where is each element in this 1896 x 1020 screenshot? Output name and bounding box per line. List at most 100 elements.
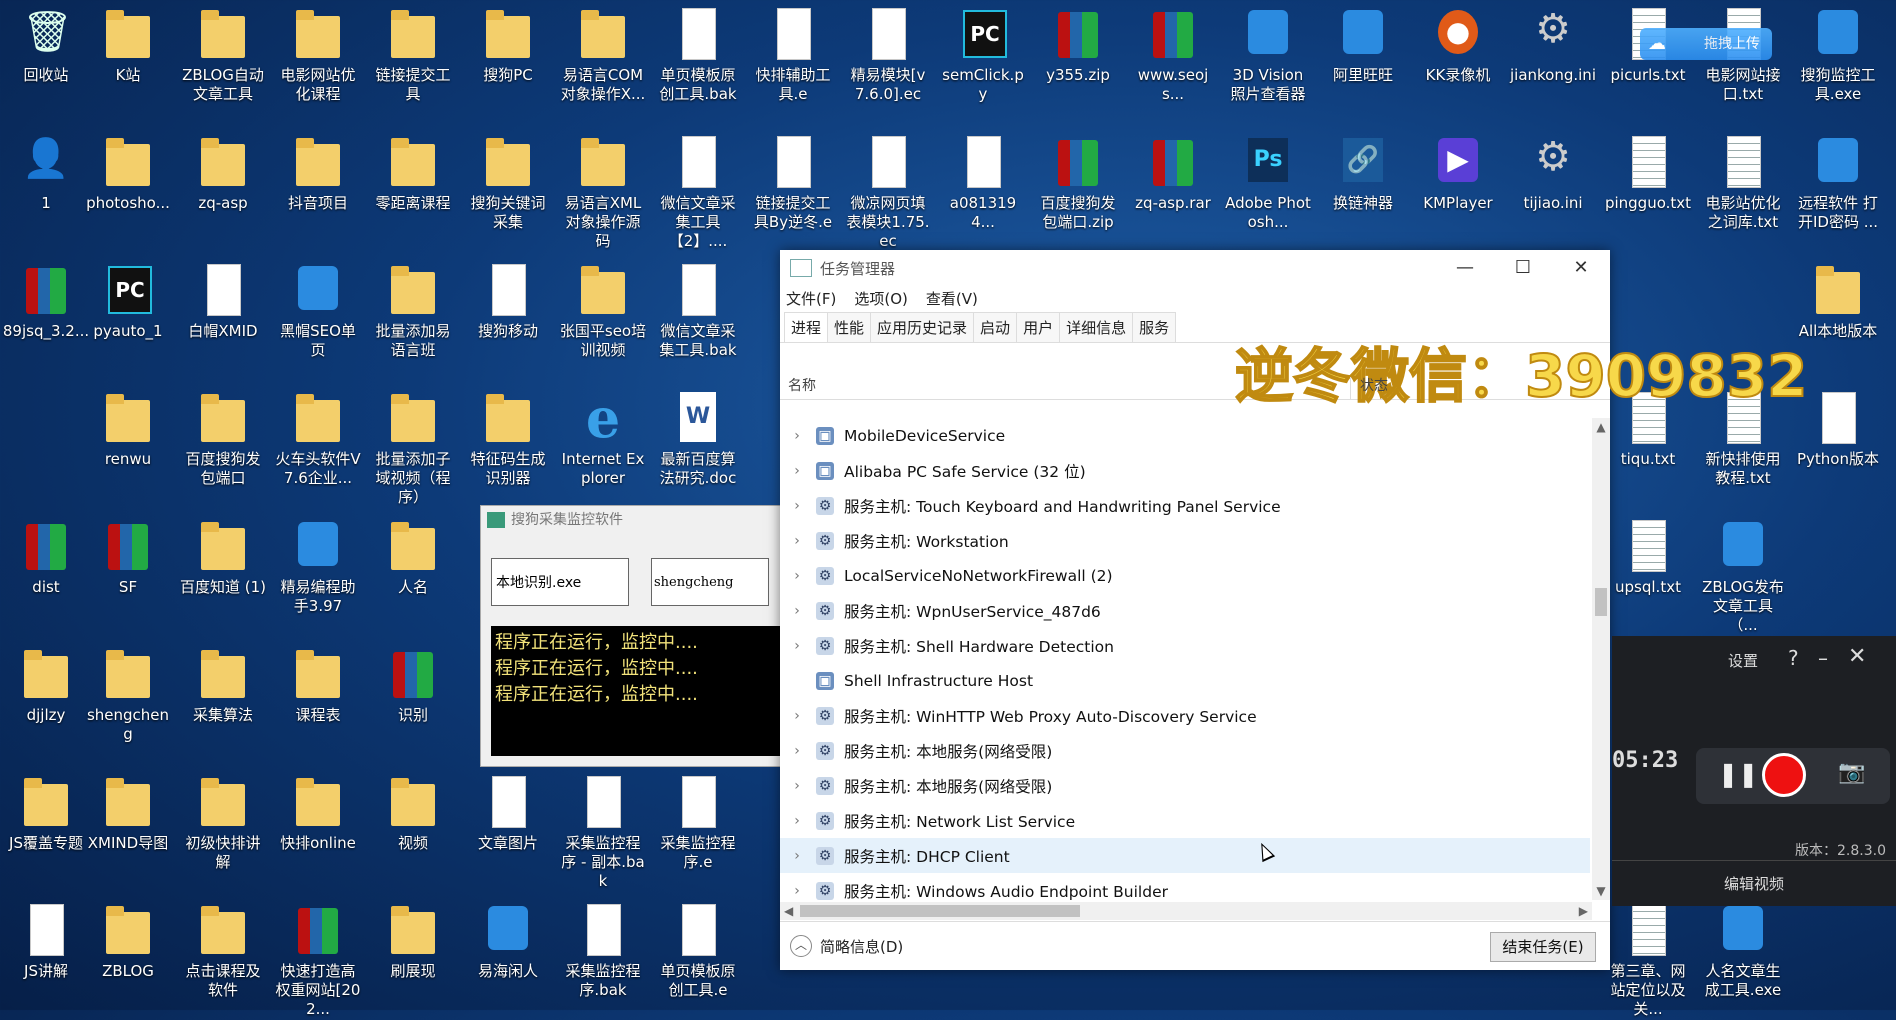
process-row[interactable]: ▣ Shell Infrastructure Host	[780, 663, 1590, 698]
stop-record-button[interactable]	[1762, 753, 1806, 797]
chevron-right-icon[interactable]: ›	[786, 498, 808, 514]
desktop-icon[interactable]: 采集监控程序.e	[652, 768, 744, 892]
tab-users[interactable]: 用户	[1016, 312, 1061, 342]
desktop-icon[interactable]: 电影站优化之词库.txt	[1697, 128, 1789, 252]
chevron-right-icon[interactable]: ▶	[1579, 902, 1588, 920]
desktop-icon[interactable]: 识别	[367, 640, 459, 764]
desktop-icon[interactable]: tijiao.ini	[1507, 128, 1599, 252]
desktop-icon[interactable]: pingguo.txt	[1602, 128, 1694, 252]
chevron-right-icon[interactable]: ›	[786, 603, 808, 619]
desktop-icon[interactable]: 精易编程助手3.97	[272, 512, 364, 636]
chevron-right-icon[interactable]: ›	[786, 848, 808, 864]
horizontal-scrollbar[interactable]: ◀ ▶	[780, 902, 1592, 920]
maximize-button[interactable]: ☐	[1494, 250, 1552, 286]
desktop-icon[interactable]: 单页模板原创工具.bak	[652, 0, 744, 124]
desktop-icon[interactable]: 采集算法	[177, 640, 269, 764]
process-row[interactable]: › ⚙ 服务主机: Shell Hardware Detection	[780, 628, 1590, 663]
desktop-icon[interactable]: 搜狗PC	[462, 0, 554, 124]
desktop-icon[interactable]: 批量添加易语言班	[367, 256, 459, 380]
end-task-button[interactable]: 结束任务(E)	[1490, 932, 1596, 962]
shengcheng-button[interactable]: shengcheng	[651, 558, 769, 606]
tab-details[interactable]: 详细信息	[1059, 312, 1134, 342]
desktop-icon[interactable]: 抖音项目	[272, 128, 364, 252]
process-row[interactable]: › ⚙ 服务主机: Touch Keyboard and Handwriting P…	[780, 488, 1590, 523]
desktop-icon[interactable]: ZBLOG	[82, 896, 174, 1020]
desktop-icon[interactable]: djjlzy	[0, 640, 92, 764]
desktop-icon[interactable]: 采集监控程序.bak	[557, 896, 649, 1020]
process-row[interactable]: › ⚙ 服务主机: Windows Audio Endpoint Builder	[780, 873, 1590, 900]
desktop-icon[interactable]: shengcheng	[82, 640, 174, 764]
desktop-icon[interactable]: 第三章、网站定位以及关...	[1602, 896, 1694, 1020]
desktop-icon[interactable]: ZBLOG自动文章工具	[177, 0, 269, 124]
desktop-icon[interactable]: 课程表	[272, 640, 364, 764]
desktop-icon[interactable]: www.seojs...	[1127, 0, 1219, 124]
desktop-icon[interactable]: 易语言COM对象操作X...	[557, 0, 649, 124]
desktop-icon[interactable]: 快排online	[272, 768, 364, 892]
process-row[interactable]: › ⚙ 服务主机: DHCP Client	[780, 838, 1590, 873]
process-row[interactable]: › ⚙ 服务主机: WinHTTP Web Proxy Auto-Discovery…	[780, 698, 1590, 733]
process-row[interactable]: › ⚙ 服务主机: 本地服务(网络受限)	[780, 768, 1590, 803]
tab-app-history[interactable]: 应用历史记录	[870, 312, 975, 342]
desktop-icon[interactable]: 电影网站接口.txt	[1697, 0, 1789, 124]
vertical-scrollbar[interactable]: ▲ ▼	[1592, 418, 1610, 900]
tab-performance[interactable]: 性能	[827, 312, 872, 342]
desktop-icon[interactable]: 搜狗监控工具.exe	[1792, 0, 1884, 124]
desktop-icon[interactable]: Adobe Photosh...	[1222, 128, 1314, 252]
fewer-details-button[interactable]: ︿ 简略信息(D)	[790, 935, 903, 957]
chevron-right-icon[interactable]: ›	[786, 568, 808, 584]
close-icon[interactable]: ✕	[1848, 644, 1866, 669]
process-row[interactable]: › ▣ MobileDeviceService	[780, 418, 1590, 453]
column-separator[interactable]	[1350, 377, 1351, 399]
chevron-left-icon[interactable]: ◀	[784, 902, 793, 920]
desktop-icon[interactable]: 89jsq_3.2...	[0, 256, 92, 380]
desktop-icon[interactable]: SF	[82, 512, 174, 636]
desktop-icon[interactable]: 点击课程及软件	[177, 896, 269, 1020]
desktop-icon[interactable]: 微信文章采集工具【2】....	[652, 128, 744, 252]
desktop-icon[interactable]: 最新百度算法研究.doc	[652, 384, 744, 508]
desktop-icon[interactable]: 火车头软件V7.6企业...	[272, 384, 364, 508]
desktop-icon[interactable]: 零距离课程	[367, 128, 459, 252]
desktop-icon[interactable]: 白帽XMID	[177, 256, 269, 380]
desktop-icon[interactable]: 远程软件 打开ID密码 ...	[1792, 128, 1884, 252]
settings-button[interactable]: 设置	[1728, 650, 1758, 671]
desktop-icon[interactable]: y355.zip	[1032, 0, 1124, 124]
desktop-icon[interactable]: 链接提交工具By逆冬.e	[747, 128, 839, 252]
chevron-right-icon[interactable]: ›	[786, 638, 808, 654]
desktop-icon[interactable]: K站	[82, 0, 174, 124]
desktop-icon[interactable]: JS覆盖专题	[0, 768, 92, 892]
desktop-icon[interactable]: 刷展现	[367, 896, 459, 1020]
process-row[interactable]: › ⚙ 服务主机: WpnUserService_487d6	[780, 593, 1590, 628]
chevron-right-icon[interactable]: ›	[786, 813, 808, 829]
desktop-icon[interactable]: 人名	[367, 512, 459, 636]
desktop-icon[interactable]: picurls.txt	[1602, 0, 1694, 124]
edit-video-button[interactable]: 编辑视频	[1612, 860, 1896, 907]
process-row[interactable]: › ⚙ 服务主机: Network List Service	[780, 803, 1590, 838]
desktop-icon[interactable]: 初级快排讲解	[177, 768, 269, 892]
chevron-right-icon[interactable]: ›	[786, 463, 808, 479]
process-row[interactable]: › ⚙ 服务主机: Workstation	[780, 523, 1590, 558]
minimize-icon[interactable]: –	[1818, 646, 1828, 670]
desktop-icon[interactable]: 黑帽SEO单页	[272, 256, 364, 380]
chevron-right-icon[interactable]: ›	[786, 533, 808, 549]
desktop-icon[interactable]: 人名文章生成工具.exe	[1697, 896, 1789, 1020]
desktop-icon[interactable]: upsql.txt	[1602, 512, 1694, 636]
menu-options[interactable]: 选项(O)	[854, 286, 908, 312]
desktop-icon[interactable]: 百度知道 (1)	[177, 512, 269, 636]
desktop-icon[interactable]: 微凉网页填表模块1.75.ec	[842, 128, 934, 252]
desktop-icon[interactable]: photosho...	[82, 128, 174, 252]
help-icon[interactable]: ?	[1788, 646, 1799, 670]
desktop-icon[interactable]: 搜狗关键词采集	[462, 128, 554, 252]
desktop-icon[interactable]: 电影网站优化课程	[272, 0, 364, 124]
desktop-icon[interactable]: zq-asp	[177, 128, 269, 252]
column-name[interactable]: 名称	[788, 375, 816, 395]
column-status[interactable]: 状态	[1360, 375, 1388, 395]
desktop-icon[interactable]: 单页模板原创工具.e	[652, 896, 744, 1020]
desktop-icon[interactable]: 快排辅助工具.e	[747, 0, 839, 124]
desktop-icon[interactable]: 易海闲人	[462, 896, 554, 1020]
desktop-icon[interactable]: KMPlayer	[1412, 128, 1504, 252]
desktop-icon[interactable]: 链接提交工具	[367, 0, 459, 124]
chevron-right-icon[interactable]: ›	[786, 778, 808, 794]
desktop-icon[interactable]: 回收站	[0, 0, 92, 124]
desktop-icon[interactable]: 阿里旺旺	[1317, 0, 1409, 124]
chevron-right-icon[interactable]: ›	[786, 883, 808, 899]
